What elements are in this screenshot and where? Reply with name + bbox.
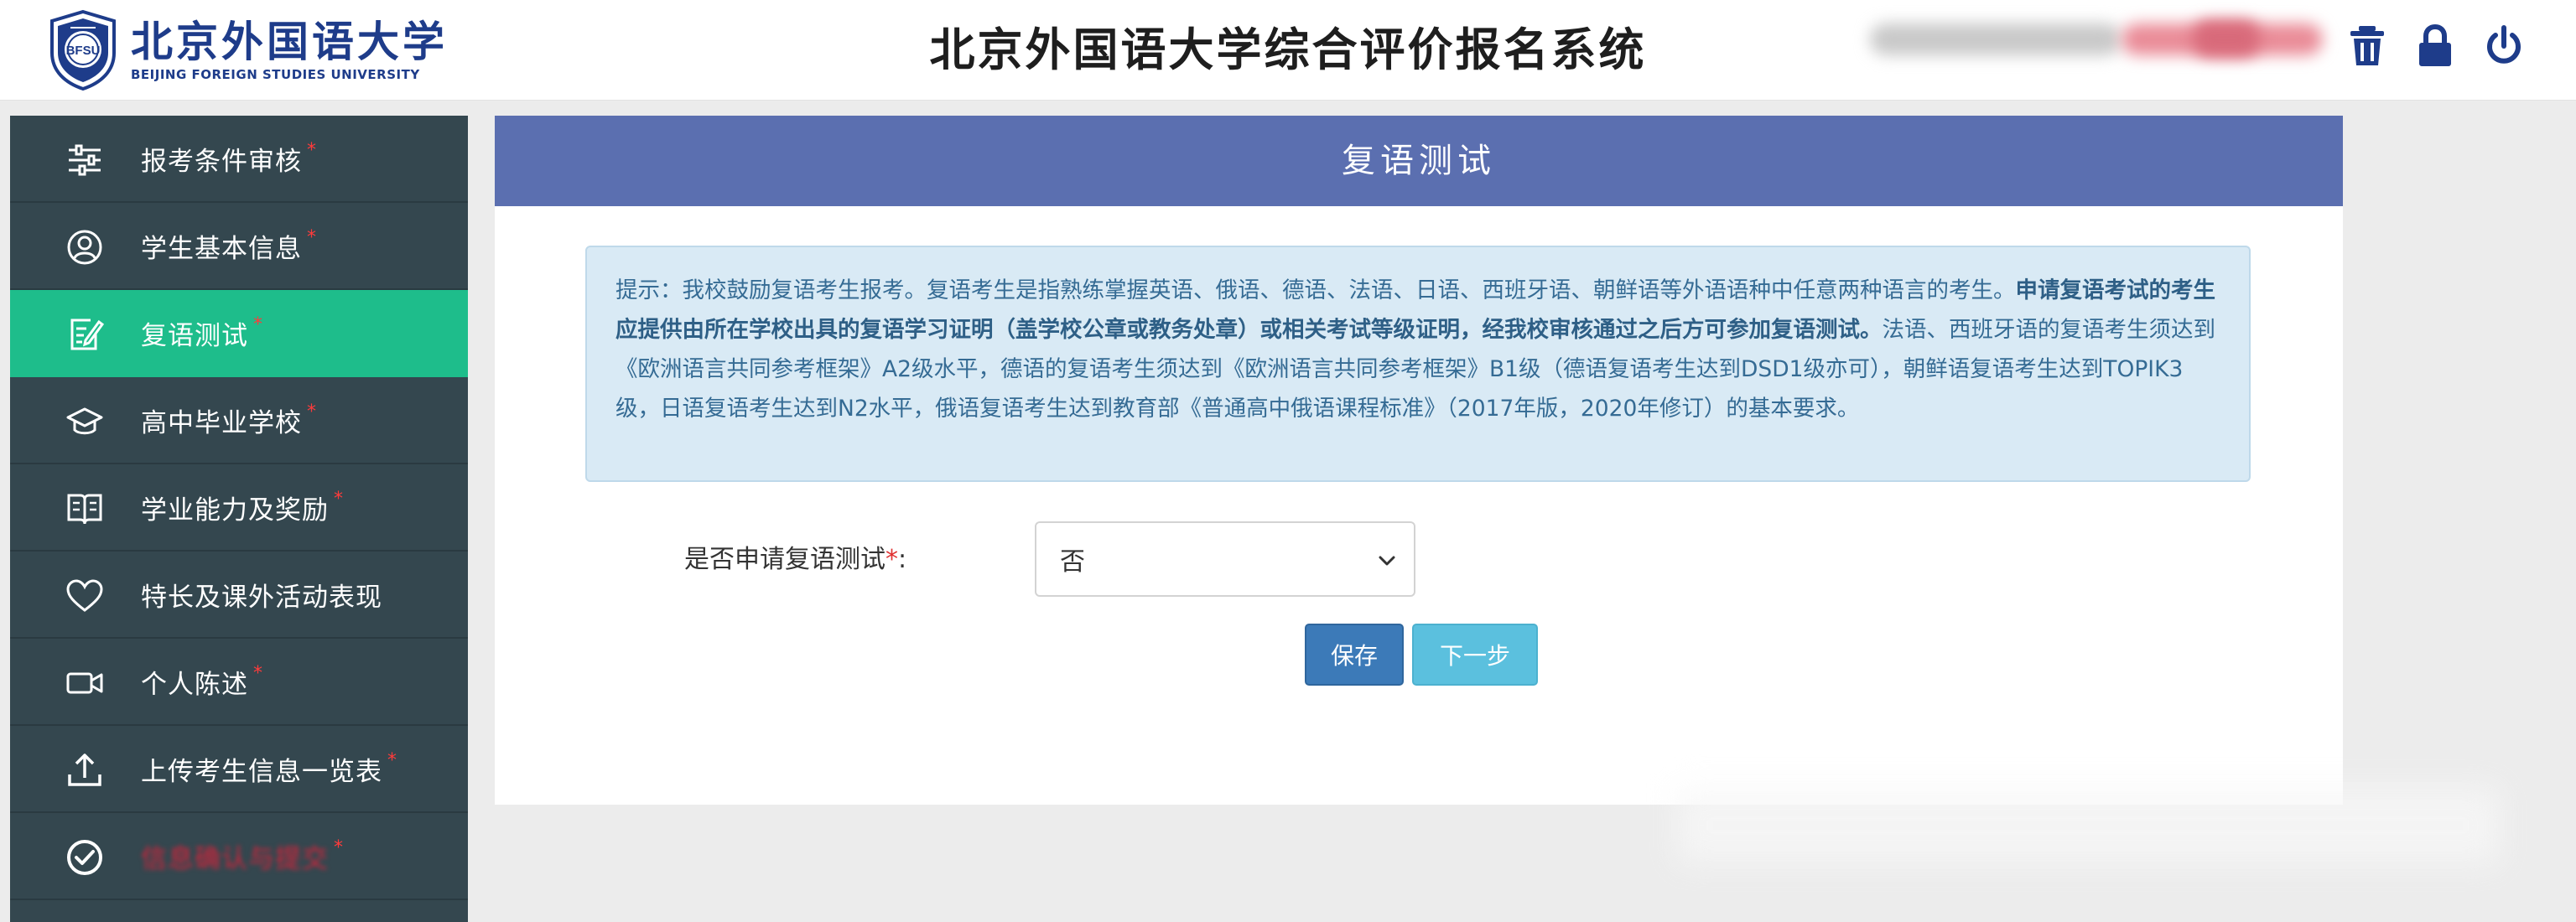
lock-icon[interactable]	[2414, 23, 2456, 69]
sidebar-item-label: 信息确认与提交	[141, 843, 329, 874]
required-asterisk: *	[886, 545, 898, 574]
required-asterisk: *	[307, 226, 317, 248]
sidebar-item-label: 学生基本信息	[141, 233, 302, 264]
top-header: BFSU 北京外国语大学 BEIJING FOREIGN STUDIES UNI…	[0, 0, 2576, 101]
sidebar-item-bilingual-test[interactable]: 复语测试 *	[10, 290, 468, 377]
sidebar-item-label: 个人陈述	[141, 669, 248, 700]
required-asterisk: *	[307, 139, 317, 161]
sidebar-item-label: 高中毕业学校	[141, 407, 302, 438]
sidebar-item-label: 上传考生信息一览表	[141, 756, 382, 787]
graduation-cap-icon	[66, 407, 103, 435]
apply-bilingual-test-select[interactable]: 否	[1035, 521, 1415, 597]
bilingual-test-panel: 复语测试 提示：我校鼓励复语考生报考。复语考生是指熟练掌握英语、俄语、德语、法语…	[495, 116, 2343, 805]
trash-icon[interactable]	[2346, 23, 2388, 69]
sidebar-item-academic-awards[interactable]: 学业能力及奖励 *	[10, 464, 468, 552]
required-asterisk: *	[253, 313, 263, 335]
redacted-user-name	[1870, 23, 2122, 55]
upload-icon	[68, 754, 101, 786]
sidebar-item-personal-statement[interactable]: 个人陈述 *	[10, 639, 468, 726]
edit-note-icon	[70, 319, 104, 350]
label-colon: :	[898, 545, 907, 574]
sidebar-item-talents-activities[interactable]: 特长及课外活动表现	[10, 552, 468, 639]
sliders-icon	[69, 144, 101, 176]
bilingual-test-form-row: 是否申请复语测试*: 否	[684, 521, 1774, 597]
apply-bilingual-test-label: 是否申请复语测试	[684, 545, 886, 574]
user-circle-icon	[67, 230, 102, 265]
sidebar-item-confirm-submit[interactable]: 信息确认与提交 *	[10, 813, 468, 900]
heart-icon	[66, 579, 103, 612]
select-value: 否	[1060, 547, 1085, 577]
sidebar-item-label: 报考条件审核	[141, 146, 302, 177]
sidebar-item-student-info[interactable]: 学生基本信息 *	[10, 203, 468, 290]
chevron-down-icon	[1379, 556, 1395, 566]
video-camera-icon	[66, 672, 103, 694]
required-asterisk: *	[387, 749, 397, 771]
required-asterisk: *	[334, 837, 344, 858]
sidebar-item-label: 学业能力及奖励	[141, 495, 329, 526]
check-circle-icon	[67, 840, 102, 875]
required-asterisk: *	[307, 401, 317, 422]
open-book-icon	[67, 494, 102, 525]
sidebar-nav: 报考条件审核 * 学生基本信息 * 复语测试 * 高中毕业学校 * 学业能力及奖…	[10, 116, 468, 922]
sidebar-item-high-school[interactable]: 高中毕业学校 *	[10, 377, 468, 464]
blurred-watermark	[1677, 788, 2499, 863]
sidebar-item-label: 复语测试	[141, 320, 248, 351]
required-asterisk: *	[253, 662, 263, 684]
redacted-user-badge	[2193, 20, 2260, 57]
panel-title: 复语测试	[495, 116, 2343, 206]
tip-text-intro: 提示：我校鼓励复语考生报考。复语考生是指熟练掌握英语、俄语、德语、法语、日语、西…	[615, 277, 2016, 303]
sidebar-item-upload-info-sheet[interactable]: 上传考生信息一览表 *	[10, 726, 468, 813]
save-button[interactable]: 保存	[1305, 624, 1404, 686]
power-icon[interactable]	[2483, 23, 2525, 69]
sidebar-item-label: 特长及课外活动表现	[141, 582, 382, 613]
next-step-button[interactable]: 下一步	[1412, 624, 1538, 686]
tip-notice: 提示：我校鼓励复语考生报考。复语考生是指熟练掌握英语、俄语、德语、法语、日语、西…	[585, 246, 2251, 482]
required-asterisk: *	[334, 488, 344, 510]
sidebar-item-eligibility-review[interactable]: 报考条件审核 *	[10, 116, 468, 203]
